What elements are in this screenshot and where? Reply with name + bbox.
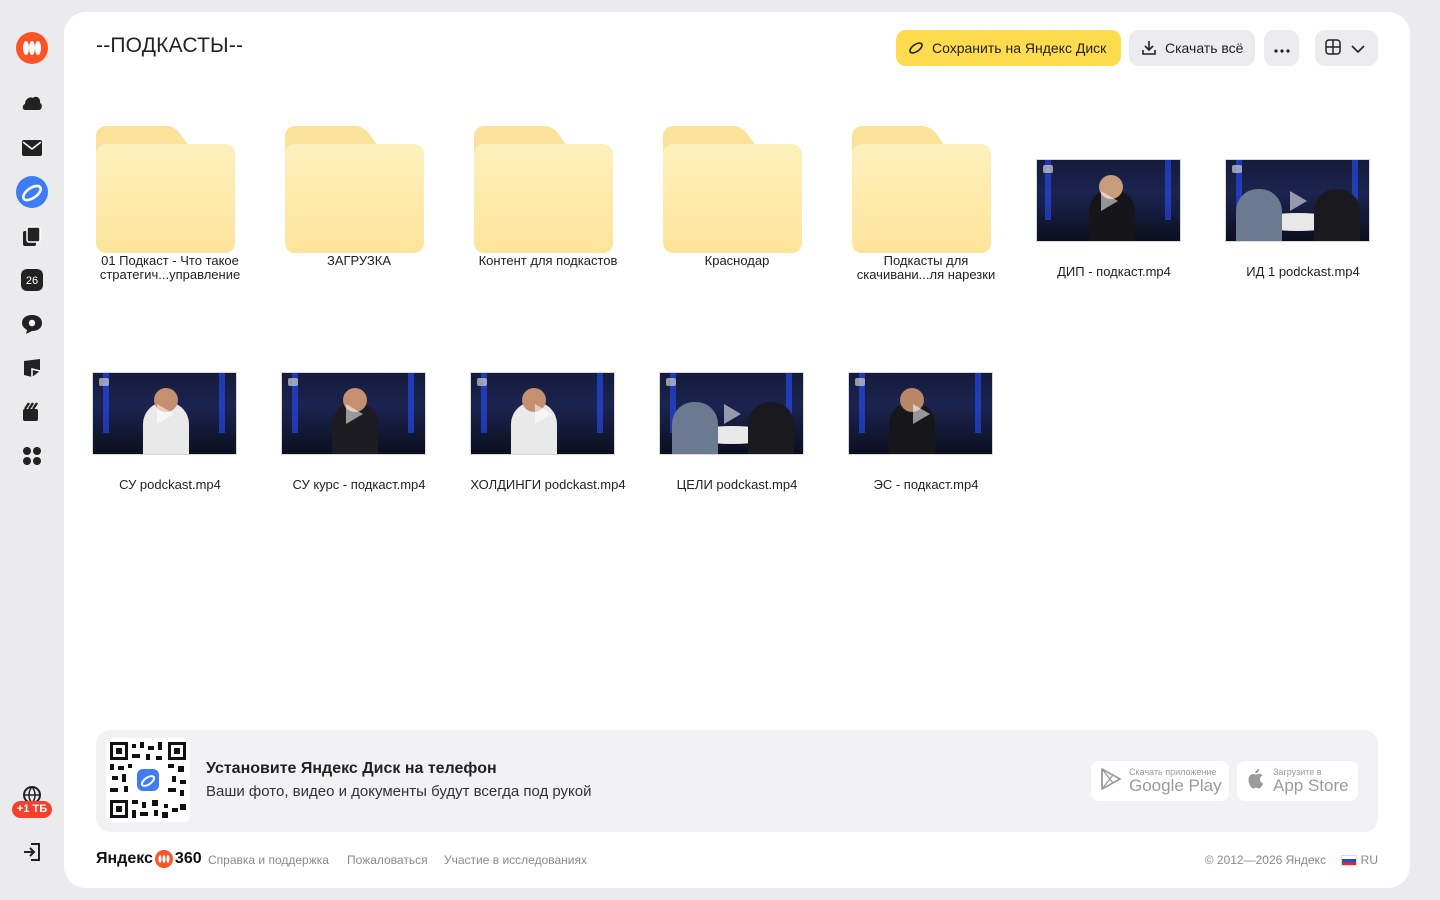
google-play-button[interactable]: Скачать приложение Google Play — [1091, 761, 1229, 801]
file-name: СУ podckast.mp4 — [119, 477, 221, 492]
file-name: Подкасты для скачивани...ля нарезки — [856, 253, 996, 282]
folder-icon — [285, 126, 424, 253]
play-icon — [1285, 188, 1311, 214]
video-item[interactable]: ХОЛДИНГИ podckast.mp4 — [468, 306, 628, 492]
messenger-icon[interactable] — [16, 308, 48, 340]
install-app-banner: Установите Яндекс Диск на телефон Ваши ф… — [96, 730, 1378, 832]
play-icon — [719, 401, 745, 427]
google-play-icon — [1101, 767, 1121, 795]
folder-thumb — [90, 104, 250, 253]
cloud-icon[interactable] — [16, 88, 48, 120]
video-thumb — [657, 306, 817, 455]
all-services-icon[interactable] — [16, 440, 48, 472]
promo-subtitle: Ваши фото, видео и документы будут всегд… — [206, 783, 592, 800]
language-switcher[interactable]: RU — [1340, 853, 1378, 867]
folder-item[interactable]: Краснодар — [657, 104, 817, 268]
file-name: Контент для подкастов — [478, 253, 618, 268]
video-item[interactable]: ЦЕЛИ podckast.mp4 — [657, 306, 817, 492]
logout-icon[interactable] — [16, 836, 48, 868]
play-icon — [152, 401, 178, 427]
file-name: Краснодар — [704, 253, 770, 268]
file-name: ХОЛДИНГИ podckast.mp4 — [470, 477, 626, 492]
video-thumb — [846, 306, 1006, 455]
video-item[interactable]: СУ podckast.mp4 — [90, 306, 250, 492]
help-link[interactable]: Справка и поддержка — [208, 853, 329, 867]
disk-logo-icon — [134, 766, 162, 794]
yandex-360-brand[interactable]: Яндекс 360 — [96, 850, 202, 868]
play-icon — [530, 401, 556, 427]
brand-yandex: Яндекс — [96, 850, 153, 867]
grid-view-icon — [1325, 38, 1341, 58]
qr-code — [106, 738, 190, 822]
page-title: --ПОДКАСТЫ-- — [96, 34, 244, 57]
google-play-big: Google Play — [1129, 776, 1222, 795]
download-all-button[interactable]: Скачать всё — [1129, 30, 1255, 66]
folder-thumb — [468, 104, 628, 253]
brand-360: 360 — [174, 850, 202, 867]
mail-icon[interactable] — [16, 132, 48, 164]
video-thumb — [279, 306, 439, 455]
folder-thumb — [846, 104, 1006, 253]
video-thumb — [1034, 93, 1194, 242]
chevron-down-icon — [1351, 40, 1365, 56]
file-name: ИД 1 podckast.mp4 — [1246, 264, 1360, 279]
file-name: ЭС - подкаст.mp4 — [873, 477, 979, 492]
video-thumb — [468, 306, 628, 455]
play-icon — [908, 401, 934, 427]
more-button[interactable] — [1264, 30, 1299, 66]
language-label: RU — [1360, 853, 1378, 867]
save-to-disk-label: Сохранить на Яндекс Диск — [932, 40, 1107, 56]
folder-thumb — [279, 104, 439, 253]
svg-text:26: 26 — [26, 275, 38, 287]
storage-badge[interactable]: +1 ТБ — [12, 801, 52, 818]
yandex-360-logo-icon[interactable] — [16, 32, 48, 64]
file-name: ЗАГРУЗКА — [326, 253, 392, 268]
folder-icon — [474, 126, 613, 253]
video-item[interactable]: СУ курс - подкаст.mp4 — [279, 306, 439, 492]
calendar-icon[interactable]: 26 — [16, 264, 48, 296]
save-to-disk-button[interactable]: Сохранить на Яндекс Диск — [896, 30, 1121, 66]
folder-icon — [96, 126, 235, 253]
main-card: --ПОДКАСТЫ-- Сохранить на Яндекс Диск Ск… — [64, 12, 1410, 888]
play-icon — [341, 401, 367, 427]
folder-icon — [663, 126, 802, 253]
file-name: ДИП - подкаст.mp4 — [1057, 264, 1171, 279]
copyright: © 2012—2026 Яндекс — [1204, 853, 1326, 867]
telemost-icon[interactable] — [16, 396, 48, 428]
apple-icon — [1247, 768, 1265, 795]
folder-item[interactable]: 01 Подкаст - Что такое стратегич...управ… — [90, 104, 250, 282]
left-rail: 26 +1 ТБ — [0, 0, 64, 900]
video-item[interactable]: ИД 1 podckast.mp4 — [1223, 93, 1383, 279]
notes-icon[interactable] — [16, 352, 48, 384]
folder-icon — [852, 126, 991, 253]
video-item[interactable]: ЭС - подкаст.mp4 — [846, 306, 1006, 492]
video-thumb — [90, 306, 250, 455]
research-link[interactable]: Участие в исследованиях — [444, 853, 587, 867]
disk-save-icon — [908, 40, 924, 56]
documents-icon[interactable] — [16, 220, 48, 252]
report-link[interactable]: Пожаловаться — [347, 853, 428, 867]
app-store-button[interactable]: Загрузите в App Store — [1237, 761, 1358, 801]
file-name: 01 Подкаст - Что такое стратегич...управ… — [99, 253, 241, 282]
file-name: СУ курс - подкаст.mp4 — [292, 477, 426, 492]
download-icon — [1141, 40, 1157, 56]
play-icon — [1096, 188, 1122, 214]
app-store-big: App Store — [1273, 776, 1349, 795]
view-mode-button[interactable] — [1315, 30, 1378, 66]
folder-thumb — [657, 104, 817, 253]
russia-flag-icon — [1340, 854, 1357, 866]
video-thumb — [1223, 93, 1383, 242]
video-item[interactable]: ДИП - подкаст.mp4 — [1034, 93, 1194, 279]
promo-title: Установите Яндекс Диск на телефон — [206, 760, 497, 777]
download-all-label: Скачать всё — [1165, 40, 1244, 56]
footer: Яндекс 360 Справка и поддержка Пожаловат… — [96, 850, 1378, 870]
more-icon — [1273, 40, 1290, 56]
folder-item[interactable]: Подкасты для скачивани...ля нарезки — [846, 104, 1006, 282]
brand-logo-icon — [154, 850, 173, 868]
disk-icon[interactable] — [16, 176, 48, 208]
file-name: ЦЕЛИ podckast.mp4 — [676, 477, 798, 492]
folder-item[interactable]: Контент для подкастов — [468, 104, 628, 268]
folder-item[interactable]: ЗАГРУЗКА — [279, 104, 439, 268]
